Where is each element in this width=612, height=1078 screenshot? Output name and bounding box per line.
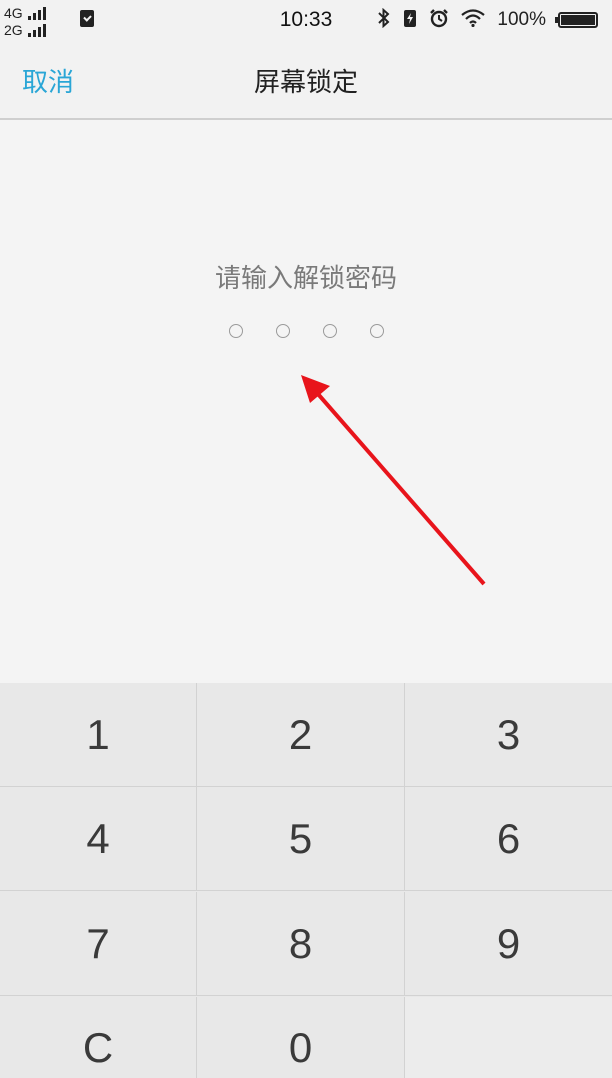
pin-prompt: 请输入解锁密码 [214, 264, 397, 294]
status-bar: 4G 2G 10:33 100% [0, 0, 612, 40]
wifi-icon [461, 8, 486, 32]
key-1[interactable]: 1 [0, 683, 197, 787]
key-9[interactable]: 9 [405, 892, 612, 996]
key-8[interactable]: 8 [197, 892, 405, 996]
key-3[interactable]: 3 [405, 683, 612, 787]
pin-dot [369, 324, 384, 338]
pin-indicator [0, 324, 612, 338]
battery-percent: 100% [497, 9, 546, 30]
bluetooth-icon [377, 7, 391, 33]
pin-dot [322, 324, 337, 338]
pin-dot [275, 324, 290, 338]
key-0[interactable]: 0 [197, 997, 405, 1078]
numeric-keypad: 1 2 3 4 5 6 7 8 9 C 0 [0, 683, 612, 1078]
clear-key[interactable]: C [0, 997, 197, 1078]
key-6[interactable]: 6 [405, 787, 612, 891]
nav-bar: 取消 屏幕锁定 [0, 40, 612, 120]
battery-icon [555, 12, 598, 28]
pin-dot [228, 324, 243, 338]
page-title: 屏幕锁定 [253, 68, 358, 98]
backspace-key[interactable] [405, 997, 612, 1078]
key-2[interactable]: 2 [197, 683, 405, 787]
key-5[interactable]: 5 [197, 787, 405, 891]
key-7[interactable]: 7 [0, 892, 197, 996]
charging-icon [403, 8, 417, 33]
key-4[interactable]: 4 [0, 787, 197, 891]
alarm-icon [429, 8, 449, 33]
